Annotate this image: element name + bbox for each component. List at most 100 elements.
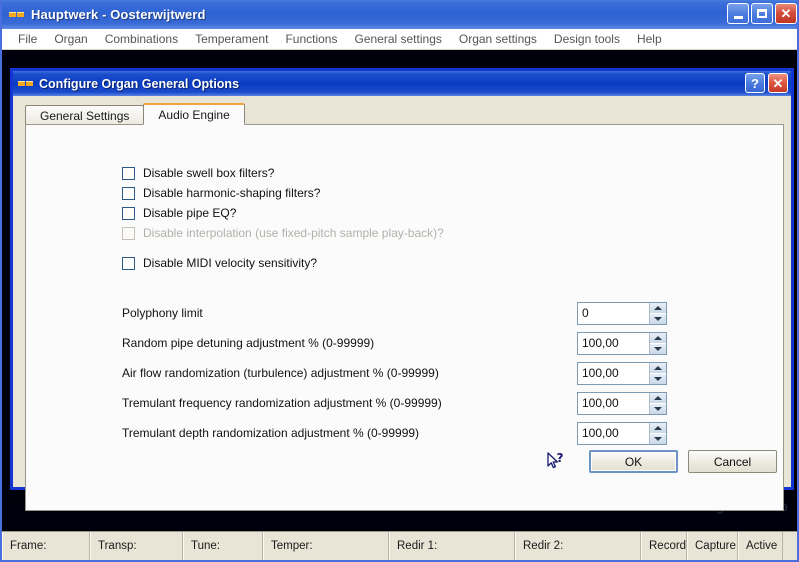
checkbox-row-disable-midi-velocity-sensitivity[interactable]: Disable MIDI velocity sensitivity? — [122, 253, 682, 273]
field-row-tremulant-frequency-randomization: Tremulant frequency randomization adjust… — [122, 388, 772, 418]
menu-item-help[interactable]: Help — [629, 30, 671, 48]
checkbox-icon[interactable] — [122, 186, 135, 200]
chevron-down-icon — [654, 436, 662, 441]
close-button[interactable]: ✕ — [775, 3, 797, 24]
spinner-value[interactable]: 100,00 — [578, 422, 649, 444]
field-row-air-flow-randomization: Air flow randomization (turbulence) adju… — [122, 358, 772, 388]
polyphony-limit-spinner[interactable]: 0 — [577, 301, 667, 325]
close-icon: ✕ — [780, 6, 792, 21]
dialog-close-button[interactable]: ✕ — [768, 73, 788, 93]
dialog-footer: ? OK Cancel — [545, 450, 777, 473]
checkbox-icon[interactable] — [122, 206, 135, 220]
spinner-buttons — [649, 332, 666, 354]
field-label: Random pipe detuning adjustment % (0-999… — [122, 336, 375, 350]
context-help-cursor-icon: ? — [545, 451, 567, 473]
chevron-up-icon — [654, 425, 662, 430]
maximize-button[interactable] — [751, 3, 773, 24]
status-cell-active[interactable]: Active — [738, 532, 783, 560]
configure-organ-general-options-dialog: Configure Organ General Options ? ✕ Gene… — [10, 68, 794, 511]
chevron-up-icon — [654, 335, 662, 340]
main-window-controls: ✕ — [727, 3, 797, 24]
checkbox-label: Disable interpolation (use fixed-pitch s… — [143, 226, 444, 240]
tremulant-depth-randomization-spinner[interactable]: 100,00 — [577, 421, 667, 445]
checkbox-row-disable-harmonic-shaping-filters[interactable]: Disable harmonic-shaping filters? — [122, 183, 682, 203]
checkbox-row-disable-pipe-eq[interactable]: Disable pipe EQ? — [122, 203, 682, 223]
menu-item-temperament[interactable]: Temperament — [187, 30, 277, 48]
spinner-value[interactable]: 0 — [578, 302, 649, 324]
spinner-buttons — [649, 392, 666, 414]
status-cell-redir-1: Redir 1: — [389, 532, 515, 560]
spinner-increment-button[interactable] — [650, 332, 666, 343]
dialog-window-controls: ? ✕ — [745, 73, 788, 93]
main-titlebar[interactable]: Hauptwerk - Oosterwijtwerd ✕ — [2, 0, 797, 29]
menu-item-organ[interactable]: Organ — [46, 30, 96, 48]
spinner-buttons — [649, 422, 666, 444]
spinner-value[interactable]: 100,00 — [578, 362, 649, 384]
menu-item-file[interactable]: File — [10, 30, 46, 48]
menu-item-organ-settings[interactable]: Organ settings — [451, 30, 546, 48]
checkbox-row-disable-interpolation: Disable interpolation (use fixed-pitch s… — [122, 223, 682, 243]
status-cell-record[interactable]: Record — [641, 532, 687, 560]
spinner-increment-button[interactable] — [650, 422, 666, 433]
menu-item-design-tools[interactable]: Design tools — [546, 30, 629, 48]
status-cell-transp: Transp: — [90, 532, 183, 560]
menu-item-general-settings[interactable]: General settings — [346, 30, 450, 48]
field-label: Polyphony limit — [122, 306, 203, 320]
field-label: Air flow randomization (turbulence) adju… — [122, 366, 439, 380]
status-cell-tune: Tune: — [183, 532, 263, 560]
chevron-down-icon — [654, 376, 662, 381]
dialog-tabstrip: General Settings Audio Engine — [25, 103, 245, 125]
tab-general-settings[interactable]: General Settings — [25, 105, 145, 125]
menubar: File Organ Combinations Temperament Func… — [2, 29, 797, 50]
checkbox-label: Disable harmonic-shaping filters? — [143, 186, 321, 200]
chevron-down-icon — [654, 346, 662, 351]
spinner-value[interactable]: 100,00 — [578, 392, 649, 414]
spinner-increment-button[interactable] — [650, 302, 666, 313]
checkbox-icon[interactable] — [122, 166, 135, 180]
air-flow-randomization-spinner[interactable]: 100,00 — [577, 361, 667, 385]
status-cell-capture[interactable]: Capture — [687, 532, 738, 560]
field-row-tremulant-depth-randomization: Tremulant depth randomization adjustment… — [122, 418, 772, 448]
cancel-button[interactable]: Cancel — [688, 450, 777, 473]
hauptwerk-logo-icon — [9, 7, 25, 23]
field-label: Tremulant frequency randomization adjust… — [122, 396, 442, 410]
menu-item-combinations[interactable]: Combinations — [97, 30, 187, 48]
random-pipe-detuning-spinner[interactable]: 100,00 — [577, 331, 667, 355]
dialog-title: Configure Organ General Options — [39, 76, 240, 91]
checkbox-icon — [122, 226, 135, 240]
field-row-polyphony-limit: Polyphony limit 0 — [122, 298, 772, 328]
spinner-buttons — [649, 362, 666, 384]
help-button[interactable]: ? — [745, 73, 765, 93]
status-cell-frame: Frame: — [2, 532, 90, 560]
status-cell-temper: Temper: — [263, 532, 389, 560]
spinner-increment-button[interactable] — [650, 392, 666, 403]
menu-item-functions[interactable]: Functions — [277, 30, 346, 48]
checkbox-icon[interactable] — [122, 256, 135, 270]
spinner-buttons — [649, 302, 666, 324]
tab-audio-engine[interactable]: Audio Engine — [143, 103, 245, 125]
chevron-up-icon — [654, 305, 662, 310]
spinner-decrement-button[interactable] — [650, 433, 666, 444]
field-label: Tremulant depth randomization adjustment… — [122, 426, 420, 440]
statusbar: Frame: Transp: Tune: Temper: Redir 1: Re… — [2, 531, 797, 560]
spinner-value[interactable]: 100,00 — [578, 332, 649, 354]
ok-button[interactable]: OK — [589, 450, 678, 473]
minimize-button[interactable] — [727, 3, 749, 24]
spinner-decrement-button[interactable] — [650, 403, 666, 414]
close-icon: ✕ — [772, 75, 784, 91]
main-application-window: Hauptwerk - Oosterwijtwerd ✕ File Organ … — [0, 0, 799, 562]
svg-text:?: ? — [557, 451, 564, 465]
spinner-decrement-button[interactable] — [650, 343, 666, 354]
minimize-icon — [733, 15, 743, 19]
spinner-increment-button[interactable] — [650, 362, 666, 373]
chevron-down-icon — [654, 316, 662, 321]
chevron-up-icon — [654, 365, 662, 370]
spinner-decrement-button[interactable] — [650, 313, 666, 324]
checkbox-group: Disable swell box filters? Disable harmo… — [122, 163, 682, 273]
tremulant-frequency-randomization-spinner[interactable]: 100,00 — [577, 391, 667, 415]
spinner-decrement-button[interactable] — [650, 373, 666, 384]
checkbox-label: Disable swell box filters? — [143, 166, 275, 180]
checkbox-row-disable-swell-box-filters[interactable]: Disable swell box filters? — [122, 163, 682, 183]
dialog-titlebar[interactable]: Configure Organ General Options ? ✕ — [13, 71, 791, 96]
checkbox-label: Disable MIDI velocity sensitivity? — [143, 256, 318, 270]
